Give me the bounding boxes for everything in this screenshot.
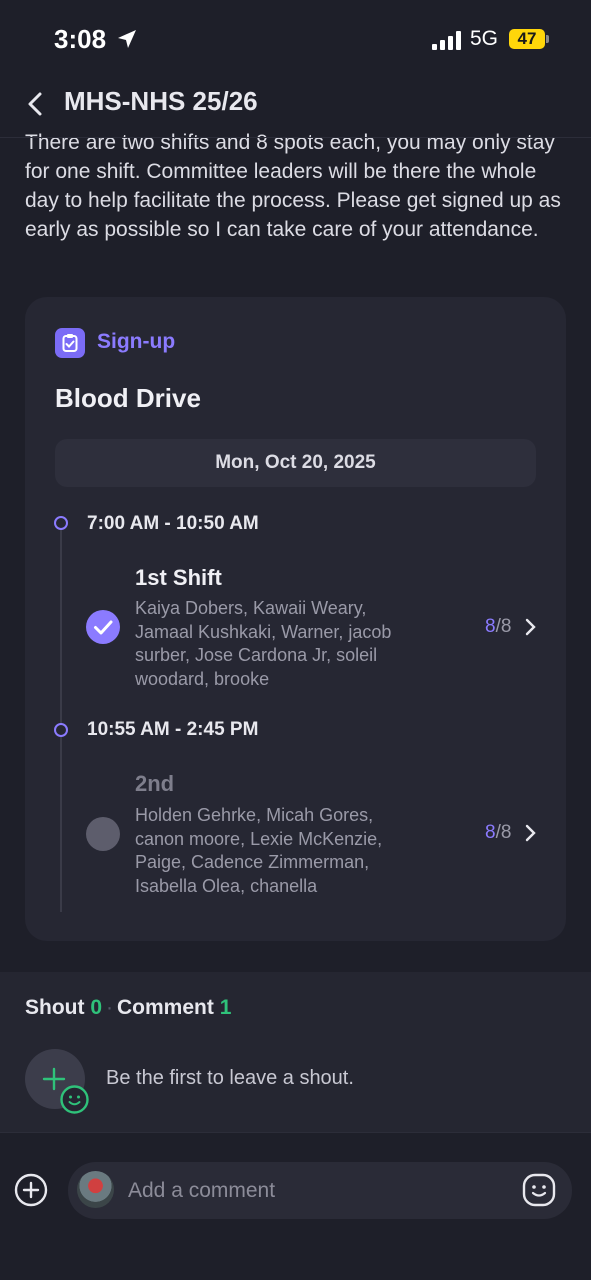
checkmark-icon[interactable] — [86, 610, 120, 644]
participant-line: surber, Jose Cardona Jr, soleil — [135, 645, 378, 665]
shift-participants: Holden Gehrke, Micah Gores, canon moore,… — [135, 804, 445, 898]
participant-line: Kaiya Dobers, Kawaii Weary, — [135, 598, 367, 618]
shift-time: 10:55 AM - 2:45 PM — [87, 719, 259, 740]
emoji-icon[interactable] — [521, 1172, 557, 1208]
timeline-dot — [54, 516, 68, 530]
signup-label: Sign-up — [97, 330, 176, 353]
nav-divider — [0, 137, 591, 138]
add-attachment-icon[interactable] — [14, 1173, 48, 1207]
battery-cap — [546, 35, 549, 43]
post-body-text: There are two shifts and 8 spots each, y… — [25, 131, 561, 241]
avatar — [77, 1171, 114, 1208]
post-body: There are two shifts and 8 spots each, y… — [25, 128, 570, 276]
empty-shout-message: Be the first to leave a shout. — [106, 1067, 354, 1089]
location-arrow-icon — [118, 30, 136, 48]
shout-tab-label: Shout — [25, 996, 85, 1019]
battery-icon: 47 — [509, 29, 545, 49]
shift-participants: Kaiya Dobers, Kawaii Weary, Jamaal Kushk… — [135, 597, 445, 691]
comment-input[interactable] — [128, 1177, 508, 1205]
signup-title: Blood Drive — [55, 383, 201, 413]
shift-select-radio[interactable] — [86, 817, 120, 851]
chevron-right-icon[interactable] — [524, 617, 538, 637]
shift-total: /8 — [495, 616, 512, 637]
shout-count: 0 — [90, 996, 103, 1019]
divider — [0, 1132, 591, 1133]
tab-comment[interactable]: Comment 1 — [117, 996, 231, 1019]
shift-name: 2nd — [135, 771, 175, 796]
participant-line: Holden Gehrke, Micah Gores, — [135, 805, 374, 825]
network-type: 5G — [470, 27, 499, 50]
back-icon[interactable] — [22, 88, 50, 120]
signal-icon — [432, 30, 464, 50]
signup-date: Mon, Oct 20, 2025 — [55, 439, 536, 487]
add-shout-button[interactable] — [25, 1049, 89, 1114]
shift-filled: 8 — [485, 822, 496, 843]
participant-line: canon moore, Lexie McKenzie, — [135, 828, 383, 849]
shift-total: /8 — [495, 822, 512, 843]
page-title: MHS-NHS 25/26 — [64, 86, 258, 116]
chevron-right-icon[interactable] — [524, 823, 538, 843]
tab-separator: · — [106, 996, 114, 1019]
engagement-tabs: Shout 0 · Comment 1 — [25, 996, 231, 1020]
tab-shout[interactable]: Shout 0 — [25, 996, 102, 1019]
comment-count: 1 — [219, 996, 232, 1019]
smiley-badge-icon — [60, 1085, 89, 1114]
shift-count[interactable]: 8/8 — [485, 616, 511, 638]
shift-time: 7:00 AM - 10:50 AM — [87, 513, 259, 534]
participant-line: Isabella Olea, chanella — [135, 875, 318, 896]
shift-count[interactable]: 8/8 — [485, 822, 511, 844]
clipboard-check-icon — [55, 328, 85, 358]
status-time: 3:08 — [54, 24, 107, 54]
timeline-line — [60, 526, 62, 912]
comment-tab-label: Comment — [117, 996, 214, 1019]
participant-line: Jamaal Kushkaki, Warner, jacob — [135, 621, 392, 642]
shift-filled: 8 — [485, 616, 496, 637]
shift-name: 1st Shift — [135, 565, 222, 590]
participant-line: Paige, Cadence Zimmerman, — [135, 852, 370, 872]
timeline-dot — [54, 723, 68, 737]
participant-line: woodard, brooke — [135, 668, 270, 689]
